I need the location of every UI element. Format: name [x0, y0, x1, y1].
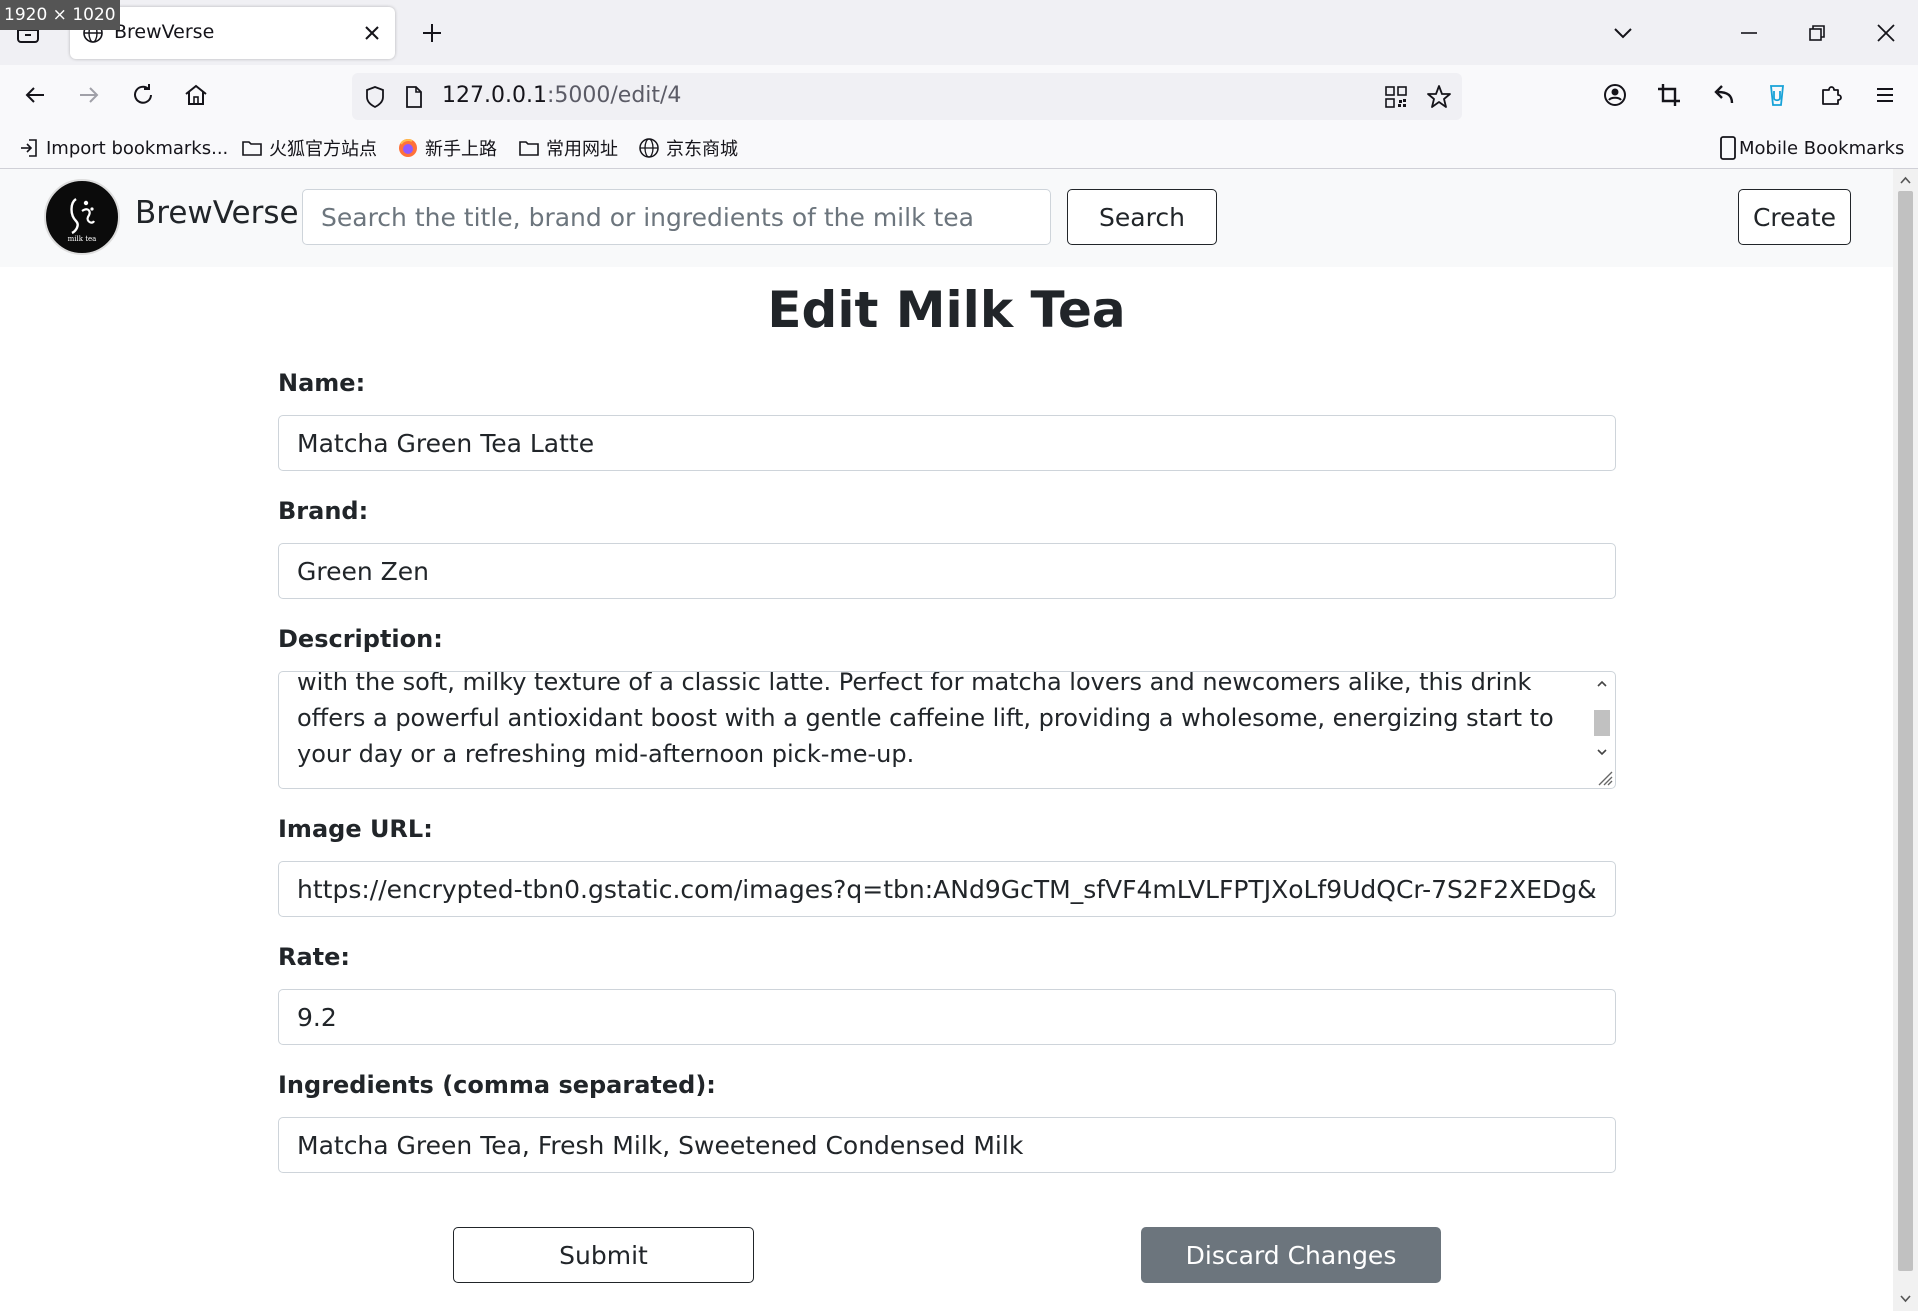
- import-icon: [21, 139, 37, 157]
- description-textarea[interactable]: with the soft, milky texture of a classi…: [278, 671, 1616, 789]
- mobile-device-icon: [1720, 136, 1736, 160]
- new-tab-icon[interactable]: [418, 19, 446, 47]
- page-scroll-thumb[interactable]: [1898, 191, 1913, 1271]
- name-input[interactable]: [278, 415, 1616, 471]
- home-icon[interactable]: [181, 80, 211, 110]
- scroll-down-icon[interactable]: [1595, 746, 1609, 758]
- qr-code-icon[interactable]: [1384, 85, 1408, 109]
- extensions-icon[interactable]: [1816, 80, 1846, 110]
- textarea-scrollbar[interactable]: [1593, 676, 1611, 772]
- firefox-icon: [399, 139, 417, 157]
- brand-label: Brand:: [278, 497, 369, 525]
- ingredients-label: Ingredients (comma separated):: [278, 1071, 716, 1099]
- mobile-bookmarks-label: Mobile Bookmarks: [1739, 137, 1905, 159]
- extension-cup-icon[interactable]: [1762, 80, 1792, 110]
- mobile-bookmarks[interactable]: Mobile Bookmarks: [1719, 135, 1904, 161]
- image-url-label: Image URL:: [278, 815, 433, 843]
- search-button[interactable]: Search: [1067, 189, 1217, 245]
- bookmark-common-sites[interactable]: 常用网址: [518, 135, 618, 161]
- brand-logo[interactable]: milk tea: [44, 179, 120, 255]
- bookmark-label: 京东商城: [666, 139, 738, 160]
- tab-title: BrewVerse: [114, 21, 215, 43]
- url-path: :5000/edit/4: [546, 83, 682, 108]
- submit-button[interactable]: Submit: [453, 1227, 754, 1283]
- create-button[interactable]: Create: [1738, 189, 1851, 245]
- dimension-badge: 1920 × 1020: [0, 0, 120, 30]
- bookmarks-toolbar: Import bookmarks... 火狐官方站点 新手上路 常用网址 京东商…: [0, 127, 1918, 169]
- page-scroll-up-icon[interactable]: [1898, 173, 1913, 188]
- logo-text: milk tea: [68, 235, 97, 243]
- shield-icon[interactable]: [362, 84, 388, 110]
- globe-icon: [639, 138, 659, 158]
- back-icon[interactable]: [20, 80, 50, 110]
- forward-icon[interactable]: [74, 80, 104, 110]
- bookmark-label: Import bookmarks...: [46, 137, 229, 159]
- page-scrollbar[interactable]: [1893, 169, 1918, 1311]
- browser-tab-bar: 1920 × 1020 BrewVerse: [0, 0, 1918, 65]
- bookmark-label: 新手上路: [425, 139, 497, 160]
- rate-label: Rate:: [278, 943, 351, 971]
- bookmark-label: 常用网址: [546, 139, 618, 160]
- milk-tea-logo-icon: milk tea: [68, 198, 97, 243]
- bookmark-jd[interactable]: 京东商城: [638, 135, 738, 161]
- bookmark-star-icon[interactable]: [1425, 83, 1453, 111]
- page-icon[interactable]: [402, 84, 426, 110]
- bookmark-getting-started[interactable]: 新手上路: [397, 135, 497, 161]
- discard-changes-button[interactable]: Discard Changes: [1141, 1227, 1441, 1283]
- rate-input[interactable]: [278, 989, 1616, 1045]
- brand-name[interactable]: BrewVerse: [135, 195, 299, 231]
- crop-icon[interactable]: [1654, 80, 1684, 110]
- bookmark-firefox-site[interactable]: 火狐官方站点: [241, 135, 377, 161]
- brand-input[interactable]: [278, 543, 1616, 599]
- url-text[interactable]: 127.0.0.1:5000/edit/4: [442, 83, 681, 108]
- resize-grip-icon[interactable]: [1595, 768, 1613, 786]
- restore-icon[interactable]: [1802, 18, 1832, 48]
- undo-arrow-icon[interactable]: [1708, 80, 1738, 110]
- image-url-input[interactable]: [278, 861, 1616, 917]
- search-input[interactable]: [302, 189, 1051, 245]
- bookmark-label: 火狐官方站点: [269, 139, 377, 160]
- list-all-tabs-icon[interactable]: [1608, 18, 1638, 48]
- app-header: milk tea BrewVerse Search Create: [0, 169, 1893, 267]
- description-text: with the soft, milky texture of a classi…: [297, 671, 1554, 768]
- account-icon[interactable]: [1600, 80, 1630, 110]
- browser-nav-bar: 127.0.0.1:5000/edit/4: [0, 65, 1918, 127]
- name-label: Name:: [278, 369, 366, 397]
- textarea-scroll-thumb[interactable]: [1594, 710, 1610, 736]
- address-bar[interactable]: 127.0.0.1:5000/edit/4: [352, 73, 1462, 120]
- page-viewport: milk tea BrewVerse Search Create Edit Mi…: [0, 169, 1918, 1311]
- url-host: 127.0.0.1: [442, 83, 547, 108]
- ingredients-input[interactable]: [278, 1117, 1616, 1173]
- menu-icon[interactable]: [1870, 80, 1900, 110]
- folder-icon: [242, 141, 262, 156]
- description-label: Description:: [278, 625, 443, 653]
- page-scroll-down-icon[interactable]: [1898, 1291, 1913, 1306]
- minimize-icon[interactable]: [1734, 18, 1764, 48]
- page-title: Edit Milk Tea: [767, 281, 1126, 339]
- bookmark-import[interactable]: Import bookmarks...: [18, 135, 228, 161]
- reload-icon[interactable]: [128, 80, 158, 110]
- close-window-icon[interactable]: [1871, 18, 1901, 48]
- folder-icon: [519, 141, 539, 156]
- close-tab-icon[interactable]: [359, 20, 385, 46]
- scroll-up-icon[interactable]: [1595, 678, 1609, 690]
